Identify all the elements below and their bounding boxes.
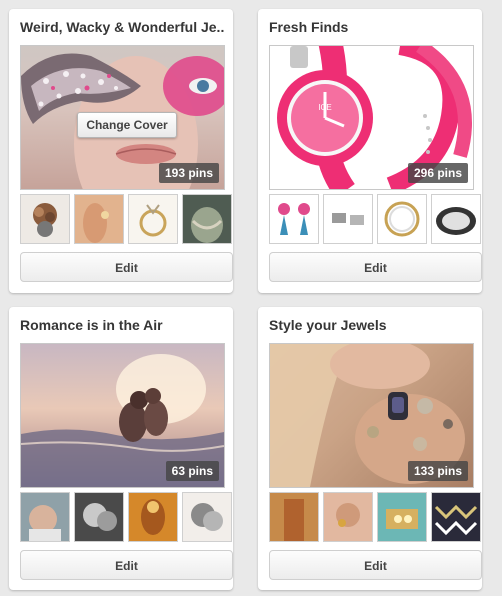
pin-thumbnail[interactable] <box>431 492 481 542</box>
board-cover-image[interactable]: Change Cover 193 pins <box>20 45 225 190</box>
pin-thumbnail[interactable] <box>20 194 70 244</box>
change-cover-button[interactable]: Change Cover <box>77 112 177 138</box>
pin-thumbnail[interactable] <box>269 492 319 542</box>
pin-count-badge: 63 pins <box>165 461 219 481</box>
edit-board-button[interactable]: Edit <box>269 550 482 580</box>
pin-thumbnail[interactable] <box>182 492 232 542</box>
board-thumbnails <box>269 492 485 544</box>
board-title[interactable]: Weird, Wacky & Wonderful Je... <box>20 19 224 35</box>
pin-count-badge: 296 pins <box>407 163 468 183</box>
svg-text:ICE: ICE <box>318 103 331 112</box>
board-card: Style your Jewels 133 pins Edit <box>258 307 482 590</box>
board-cover-image[interactable]: 63 pins <box>20 343 225 488</box>
board-cover-image[interactable]: ICE 296 pins <box>269 45 474 190</box>
board-title[interactable]: Fresh Finds <box>269 19 473 35</box>
board-card: Weird, Wacky & Wonderful Je... Change Co… <box>9 9 233 293</box>
board-cover-image[interactable]: 133 pins <box>269 343 474 488</box>
pin-thumbnail[interactable] <box>377 194 427 244</box>
edit-board-button[interactable]: Edit <box>20 252 233 282</box>
pin-thumbnail[interactable] <box>323 194 373 244</box>
pin-thumbnail[interactable] <box>74 492 124 542</box>
pin-count-badge: 193 pins <box>158 163 219 183</box>
board-thumbnails <box>20 194 236 246</box>
board-card: Fresh Finds ICE 296 pins Edit <box>258 9 482 293</box>
pin-thumbnail[interactable] <box>269 194 319 244</box>
pin-thumbnail[interactable] <box>323 492 373 542</box>
board-title[interactable]: Style your Jewels <box>269 317 473 333</box>
edit-board-button[interactable]: Edit <box>20 550 233 580</box>
pin-count-badge: 133 pins <box>407 461 468 481</box>
pin-thumbnail[interactable] <box>377 492 427 542</box>
pin-thumbnail[interactable] <box>431 194 481 244</box>
board-title[interactable]: Romance is in the Air <box>20 317 224 333</box>
pin-thumbnail[interactable] <box>128 492 178 542</box>
board-card: Romance is in the Air 63 pins Edit <box>9 307 233 590</box>
edit-board-button[interactable]: Edit <box>269 252 482 282</box>
pin-thumbnail[interactable] <box>128 194 178 244</box>
board-thumbnails <box>20 492 236 544</box>
pin-thumbnail[interactable] <box>74 194 124 244</box>
board-thumbnails <box>269 194 485 246</box>
pin-thumbnail[interactable] <box>182 194 232 244</box>
pin-thumbnail[interactable] <box>20 492 70 542</box>
